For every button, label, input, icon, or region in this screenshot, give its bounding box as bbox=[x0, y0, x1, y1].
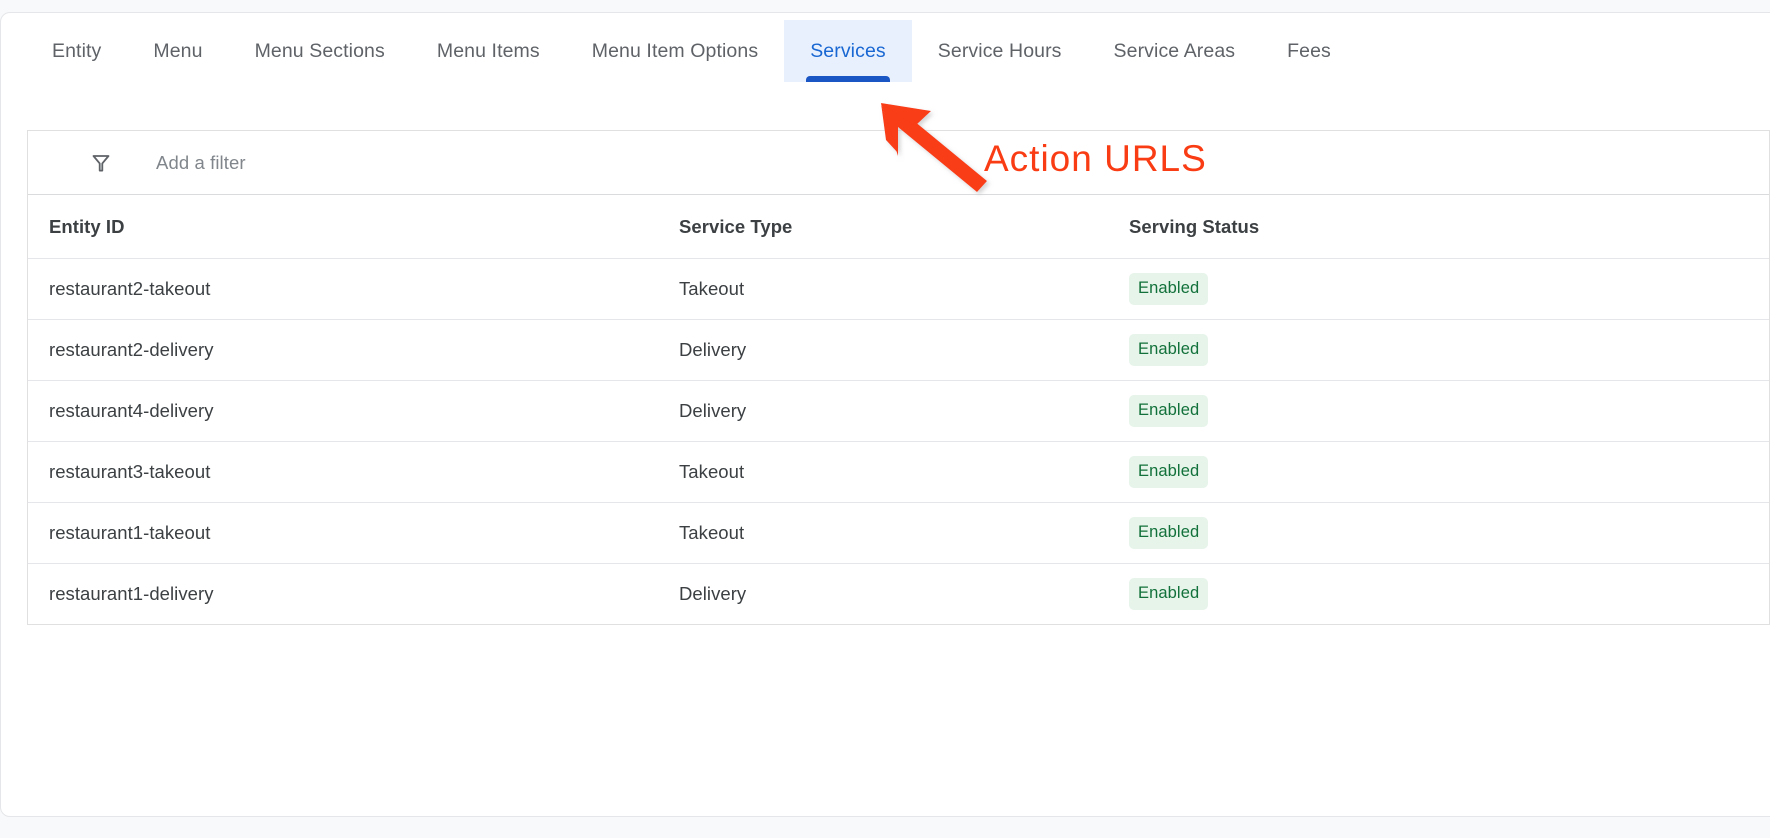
tab-menu-item-options[interactable]: Menu Item Options bbox=[566, 20, 784, 82]
cell-serving-status: Enabled bbox=[1129, 517, 1769, 549]
cell-serving-status: Enabled bbox=[1129, 334, 1769, 366]
column-header-service-type[interactable]: Service Type bbox=[679, 216, 1129, 238]
tab-bar: Entity Menu Menu Sections Menu Items Men… bbox=[0, 20, 1770, 110]
tab-entity[interactable]: Entity bbox=[26, 20, 127, 82]
cell-service-type: Takeout bbox=[679, 278, 745, 299]
cell-service-type: Takeout bbox=[679, 522, 745, 543]
cell-serving-status: Enabled bbox=[1129, 395, 1769, 427]
tab-fees[interactable]: Fees bbox=[1261, 20, 1357, 82]
tab-label: Service Hours bbox=[937, 39, 1062, 62]
cell-service-type: Delivery bbox=[679, 339, 747, 360]
cell-serving-status: Enabled bbox=[1129, 273, 1769, 305]
status-badge: Enabled bbox=[1129, 334, 1209, 366]
status-badge: Enabled bbox=[1129, 395, 1209, 427]
filter-bar[interactable]: Add a filter bbox=[27, 130, 1770, 194]
tab-menu[interactable]: Menu bbox=[127, 20, 228, 82]
status-badge: Enabled bbox=[1129, 456, 1209, 488]
cell-entity-id: restaurant4-delivery bbox=[49, 400, 214, 421]
tab-service-areas[interactable]: Service Areas bbox=[1088, 20, 1262, 82]
table-row[interactable]: restaurant1-delivery Delivery Enabled bbox=[28, 563, 1769, 624]
column-header-entity-id[interactable]: Entity ID bbox=[28, 216, 679, 238]
cell-service-type: Delivery bbox=[679, 400, 747, 421]
tab-service-hours[interactable]: Service Hours bbox=[912, 20, 1088, 82]
cell-serving-status: Enabled bbox=[1129, 578, 1769, 610]
column-header-serving-status[interactable]: Serving Status bbox=[1129, 216, 1769, 238]
services-table: Entity ID Service Type Serving Status re… bbox=[27, 194, 1770, 625]
table-row[interactable]: restaurant2-takeout Takeout Enabled bbox=[28, 258, 1769, 319]
cell-entity-id: restaurant1-delivery bbox=[49, 583, 214, 604]
tab-label: Service Areas bbox=[1113, 39, 1236, 62]
table-row[interactable]: restaurant3-takeout Takeout Enabled bbox=[28, 441, 1769, 502]
tab-menu-sections[interactable]: Menu Sections bbox=[229, 20, 411, 82]
table-row[interactable]: restaurant1-takeout Takeout Enabled bbox=[28, 502, 1769, 563]
status-badge: Enabled bbox=[1129, 273, 1209, 305]
cell-entity-id: restaurant2-delivery bbox=[49, 339, 214, 360]
table-header-row: Entity ID Service Type Serving Status bbox=[28, 194, 1769, 258]
cell-service-type: Takeout bbox=[679, 461, 745, 482]
status-badge: Enabled bbox=[1129, 578, 1209, 610]
tab-label: Menu Sections bbox=[254, 39, 385, 62]
tab-menu-items[interactable]: Menu Items bbox=[411, 20, 566, 82]
table-row[interactable]: restaurant4-delivery Delivery Enabled bbox=[28, 380, 1769, 441]
cell-serving-status: Enabled bbox=[1129, 456, 1769, 488]
cell-service-type: Delivery bbox=[679, 583, 747, 604]
filter-input-placeholder[interactable]: Add a filter bbox=[156, 152, 246, 174]
tab-services[interactable]: Services bbox=[784, 20, 912, 82]
tab-label: Fees bbox=[1287, 39, 1331, 62]
cell-entity-id: restaurant1-takeout bbox=[49, 522, 211, 543]
cell-entity-id: restaurant3-takeout bbox=[49, 461, 211, 482]
status-badge: Enabled bbox=[1129, 517, 1209, 549]
tab-label: Entity bbox=[52, 39, 102, 62]
filter-funnel-icon[interactable] bbox=[88, 150, 114, 176]
tab-label: Menu Items bbox=[436, 39, 540, 62]
tab-label: Menu bbox=[153, 39, 203, 62]
app-screen: Entity Menu Menu Sections Menu Items Men… bbox=[0, 0, 1770, 838]
tab-label: Services bbox=[810, 39, 886, 62]
tab-label: Menu Item Options bbox=[591, 39, 759, 62]
table-row[interactable]: restaurant2-delivery Delivery Enabled bbox=[28, 319, 1769, 380]
cell-entity-id: restaurant2-takeout bbox=[49, 278, 211, 299]
